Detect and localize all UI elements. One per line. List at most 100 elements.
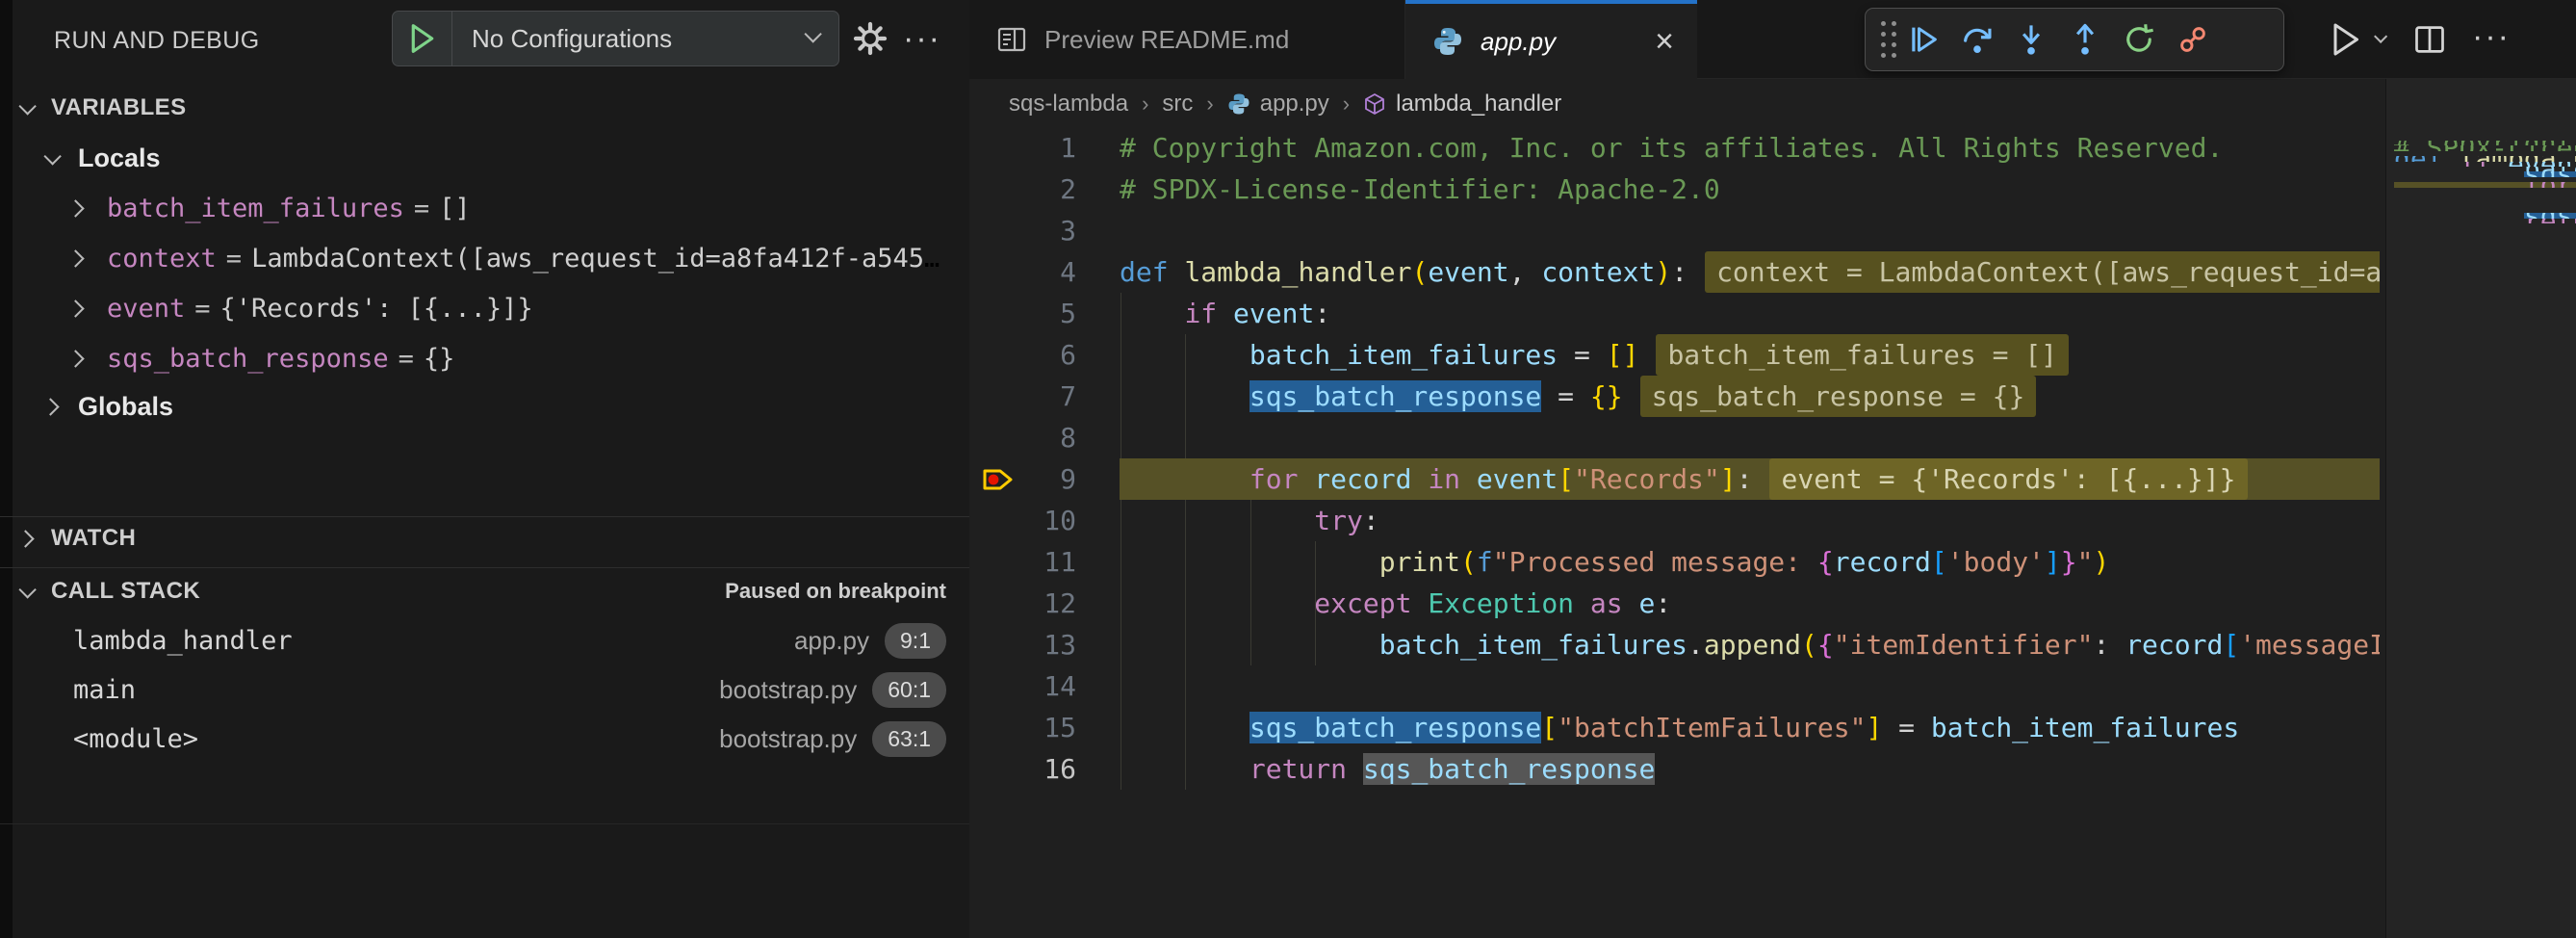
breadcrumb-folder[interactable]: src [1162, 91, 1193, 117]
start-debug-icon[interactable] [393, 12, 452, 65]
chevron-right-icon [66, 300, 84, 317]
breadcrumb-separator: › [1343, 91, 1350, 117]
code-line[interactable]: 3 [969, 210, 2380, 251]
tab-app-py[interactable]: app.py × [1405, 0, 1697, 79]
line-number-gutter[interactable]: 15 [969, 707, 1120, 748]
code-line[interactable]: 13 batch_item_failures.append({"itemIden… [969, 624, 2380, 665]
line-number-gutter[interactable]: 10 [969, 500, 1120, 541]
code-line[interactable]: return sqs_batch_response [2394, 219, 2576, 223]
run-python-file-icon[interactable] [2326, 20, 2364, 59]
views-more-actions-icon[interactable]: ··· [901, 17, 943, 60]
restart-icon[interactable] [2112, 13, 2166, 66]
variable-row-sqs-batch-response[interactable]: sqs_batch_response={} [0, 333, 953, 383]
chevron-right-icon [41, 398, 59, 415]
line-number-gutter[interactable]: 7 [969, 376, 1120, 417]
breadcrumb-file[interactable]: app.py [1227, 91, 1329, 117]
stack-frame-main[interactable]: main bootstrap.py 60:1 [0, 665, 969, 715]
line-column-badge: 9:1 [885, 623, 946, 659]
call-stack-section-header[interactable]: CALL STACK Paused on breakpoint [0, 570, 969, 612]
code-line[interactable]: 1# Copyright Amazon.com, Inc. or its aff… [969, 127, 2380, 169]
code-line[interactable]: 12 except Exception as e: [969, 583, 2380, 624]
code-line-text: sqs_batch_response["batchItemFailures"] … [1120, 707, 2380, 748]
breakpoint-current-line-icon [981, 463, 1016, 496]
code-line-text: for record in event["Records"]:event = {… [1120, 458, 2380, 500]
breadcrumb-separator: › [1206, 91, 1213, 117]
code-line[interactable]: 11 print(f"Processed message: {record['b… [969, 541, 2380, 583]
code-line[interactable]: 16 return sqs_batch_response [969, 748, 2380, 790]
editor-tab-bar: Preview README.md app.py × [969, 0, 2576, 79]
line-number-gutter[interactable]: 14 [969, 665, 1120, 707]
line-number-gutter[interactable]: 8 [969, 417, 1120, 458]
gear-icon[interactable] [849, 17, 891, 60]
disconnect-icon[interactable] [2166, 13, 2220, 66]
chevron-down-icon [43, 147, 61, 165]
breadcrumb-separator: › [1142, 91, 1148, 117]
variables-section-header[interactable]: VARIABLES [0, 87, 969, 129]
variable-row-batch-item-failures[interactable]: batch_item_failures=[] [0, 183, 953, 233]
code-line-text: sqs_batch_response = {}sqs_batch_respons… [1120, 376, 2380, 417]
inline-debug-value: context = LambdaContext([aws_request_id=… [1705, 251, 2380, 293]
chevron-down-icon [18, 97, 36, 115]
code-line[interactable]: 8 [969, 417, 2380, 458]
section-divider [0, 823, 969, 824]
stack-frame-lambda-handler[interactable]: lambda_handler app.py 9:1 [0, 616, 969, 665]
tab-preview-readme[interactable]: Preview README.md [969, 0, 1405, 79]
line-number-gutter[interactable]: 13 [969, 624, 1120, 665]
variable-row-event[interactable]: event={'Records': [{...}]} [0, 283, 953, 333]
code-line[interactable]: 7 sqs_batch_response = {}sqs_batch_respo… [969, 376, 2380, 417]
step-out-icon[interactable] [2058, 13, 2112, 66]
breadcrumb-folder[interactable]: sqs-lambda [1009, 91, 1128, 117]
line-number-gutter[interactable]: 2 [969, 169, 1120, 210]
minimap-content: # Copyright Amazon.com, Inc. or its affi… [2394, 141, 2576, 223]
line-number-gutter[interactable]: 12 [969, 583, 1120, 624]
scope-globals[interactable]: Globals [0, 383, 969, 430]
configuration-label: No Configurations [472, 24, 672, 54]
step-over-icon[interactable] [1950, 13, 2004, 66]
split-editor-icon[interactable] [2412, 22, 2447, 57]
code-line-text: return sqs_batch_response [1120, 748, 2380, 790]
code-line[interactable]: 4def lambda_handler(event, context):cont… [969, 251, 2380, 293]
scope-locals[interactable]: Locals [0, 135, 969, 181]
chevron-down-icon [805, 30, 817, 47]
line-column-badge: 63:1 [872, 721, 946, 757]
line-number-gutter[interactable]: 9 [969, 458, 1120, 500]
code-line[interactable]: 9 for record in event["Records"]:event =… [969, 458, 2380, 500]
code-line[interactable]: 5 if event: [969, 293, 2380, 334]
editor-more-actions-icon[interactable]: ··· [2472, 27, 2511, 52]
code-line-text [1120, 417, 2380, 458]
code-line-text: def lambda_handler(event, context):conte… [1120, 251, 2380, 293]
code-line-text [1120, 665, 2380, 707]
code-line[interactable]: 10 try: [969, 500, 2380, 541]
stack-frame-module[interactable]: <module> bootstrap.py 63:1 [0, 715, 969, 764]
line-number-gutter[interactable]: 4 [969, 251, 1120, 293]
code-line[interactable]: 2# SPDX-License-Identifier: Apache-2.0 [969, 169, 2380, 210]
line-number-gutter[interactable]: 5 [969, 293, 1120, 334]
code-line-text: # SPDX-License-Identifier: Apache-2.0 [1120, 169, 2380, 210]
run-and-debug-sidebar: RUN AND DEBUG No Configurations ··· VARI… [0, 0, 969, 938]
debug-toolbar [1865, 8, 2284, 71]
line-number-gutter[interactable]: 6 [969, 334, 1120, 376]
line-column-badge: 60:1 [872, 672, 946, 708]
minimap[interactable]: # Copyright Amazon.com, Inc. or its affi… [2385, 79, 2576, 938]
watch-section-header[interactable]: WATCH [0, 517, 969, 560]
run-dropdown-chevron-icon[interactable] [2374, 31, 2383, 48]
inline-debug-value: event = {'Records': [{...}]} [1769, 458, 2247, 500]
code-line[interactable]: 6 batch_item_failures = []batch_item_fai… [969, 334, 2380, 376]
line-number-gutter[interactable]: 16 [969, 748, 1120, 790]
breadcrumb-symbol[interactable]: lambda_handler [1363, 91, 1561, 117]
paused-status-text: Paused on breakpoint [725, 579, 946, 604]
code-editor[interactable]: 1# Copyright Amazon.com, Inc. or its aff… [969, 127, 2380, 790]
close-tab-icon[interactable]: × [1655, 27, 1674, 56]
code-line[interactable]: 15 sqs_batch_response["batchItemFailures… [969, 707, 2380, 748]
variable-row-context[interactable]: context=LambdaContext([aws_request_id=a8… [0, 233, 953, 283]
line-number-gutter[interactable]: 11 [969, 541, 1120, 583]
line-number-gutter[interactable]: 3 [969, 210, 1120, 251]
step-into-icon[interactable] [2004, 13, 2058, 66]
line-number-gutter[interactable]: 1 [969, 127, 1120, 169]
toolbar-drag-handle-icon[interactable] [1881, 21, 1896, 58]
launch-configuration-dropdown[interactable]: No Configurations [392, 11, 839, 66]
editor-actions: ··· [2326, 0, 2576, 79]
continue-icon[interactable] [1896, 13, 1950, 66]
code-line[interactable]: 14 [969, 665, 2380, 707]
code-line-text: return sqs_batch_response [2394, 219, 2576, 223]
